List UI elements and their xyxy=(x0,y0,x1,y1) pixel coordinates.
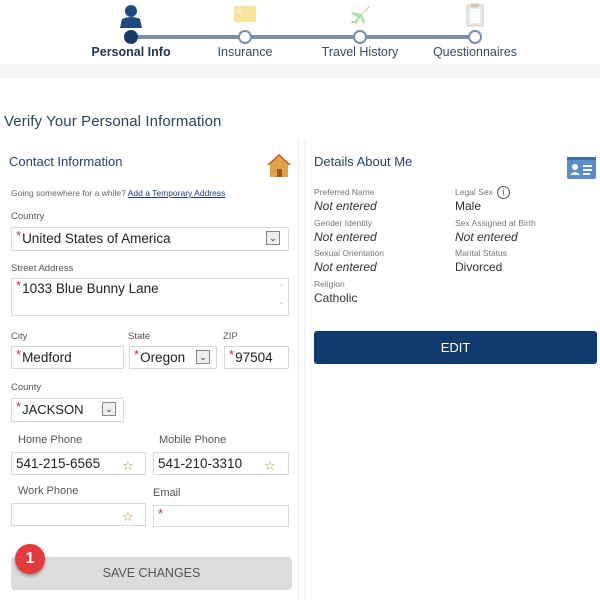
star-icon[interactable]: ☆ xyxy=(122,455,134,474)
state-value: Oregon xyxy=(140,350,186,365)
edit-button[interactable]: EDIT xyxy=(314,331,597,364)
step-insurance[interactable]: Insurance xyxy=(185,0,305,62)
chevron-down-icon[interactable]: ⌄ xyxy=(102,402,116,416)
required-indicator: * xyxy=(134,347,140,362)
temporary-address-prompt: Going somewhere for a while? Add a Tempo… xyxy=(11,188,225,198)
add-temporary-address-link[interactable]: Add a Temporary Address xyxy=(128,188,226,198)
email-label: Email xyxy=(153,487,181,499)
id-card-icon xyxy=(567,157,596,179)
gender-identity-label: Gender Identity xyxy=(314,218,373,228)
sexual-orientation-label: Sexual Orientation xyxy=(314,248,384,258)
country-select[interactable]: *United States of America ⌄ xyxy=(11,227,289,251)
legal-sex-value: Male xyxy=(455,199,482,213)
star-icon[interactable]: ☆ xyxy=(264,455,276,474)
state-select[interactable]: *Oregon ⌄ xyxy=(129,346,217,369)
step-personal-info[interactable]: Personal Info xyxy=(71,0,191,62)
required-indicator: * xyxy=(16,278,22,293)
step-label: Personal Info xyxy=(91,45,171,59)
details-section-title: Details About Me xyxy=(314,154,413,169)
step-badge: 1 xyxy=(15,544,45,574)
required-indicator: * xyxy=(16,228,22,243)
street-address-label: Street Address xyxy=(11,263,74,274)
info-icon[interactable]: i xyxy=(496,186,510,199)
stepper-divider xyxy=(0,64,600,78)
preferred-name-value: Not entered xyxy=(314,199,377,213)
required-indicator: * xyxy=(229,347,235,362)
person-icon xyxy=(120,5,142,28)
star-icon[interactable]: ☆ xyxy=(122,506,134,525)
mobile-phone-input[interactable]: 541-210-3310 ☆ xyxy=(153,452,289,475)
religion-value: Catholic xyxy=(314,291,358,305)
step-dot xyxy=(238,30,252,44)
legal-sex-label-wrap: Legal Sex i xyxy=(455,186,510,199)
step-label: Travel History xyxy=(321,45,399,59)
county-label: County xyxy=(11,382,42,393)
street-address-input[interactable]: *1033 Blue Bunny Lane ⌃ ⌄ xyxy=(11,278,289,316)
gender-identity-value: Not entered xyxy=(314,230,377,244)
step-dot xyxy=(353,30,367,44)
required-indicator: * xyxy=(158,506,164,521)
chevron-down-icon[interactable]: ⌄ xyxy=(266,231,280,245)
legal-sex-label: Legal Sex xyxy=(455,186,493,197)
city-value: Medford xyxy=(22,350,72,365)
clipboard-icon xyxy=(466,3,484,27)
email-input[interactable]: * xyxy=(153,505,289,527)
home-phone-value: 541-215-6565 xyxy=(16,456,101,471)
sex-assigned-at-birth-value: Not entered xyxy=(455,230,518,244)
home-phone-label: Home Phone xyxy=(18,434,83,446)
city-input[interactable]: *Medford xyxy=(11,346,124,369)
textarea-scrollbar[interactable]: ⌃ ⌄ xyxy=(278,281,285,309)
religion-label: Religion xyxy=(314,279,345,289)
country-label: Country xyxy=(11,211,45,222)
county-value: JACKSON xyxy=(22,402,84,417)
work-phone-input[interactable]: ☆ xyxy=(11,503,146,526)
step-label: Insurance xyxy=(217,45,273,59)
city-label: City xyxy=(11,331,28,342)
sexual-orientation-value: Not entered xyxy=(314,260,377,274)
home-phone-input[interactable]: 541-215-6565 ☆ xyxy=(11,452,146,475)
country-value: United States of America xyxy=(22,231,171,246)
mobile-phone-value: 541-210-3310 xyxy=(158,456,243,471)
county-select[interactable]: *JACKSON ⌄ xyxy=(11,398,124,422)
marital-status-label: Marital Status xyxy=(455,248,507,258)
house-icon xyxy=(267,154,291,177)
step-questionnaires[interactable]: Questionnaires xyxy=(415,0,535,62)
page-title: Verify Your Personal Information xyxy=(4,113,222,130)
step-dot-active xyxy=(124,30,138,44)
street-address-value: 1033 Blue Bunny Lane xyxy=(22,281,159,296)
step-travel-history[interactable]: Travel History xyxy=(300,0,420,62)
step-label: Questionnaires xyxy=(432,45,518,59)
sex-assigned-at-birth-label: Sex Assigned at Birth xyxy=(455,218,536,228)
chevron-down-icon[interactable]: ⌄ xyxy=(196,350,210,364)
work-phone-label: Work Phone xyxy=(18,485,79,497)
state-label: State xyxy=(128,331,151,342)
preferred-name-label: Preferred Name xyxy=(314,187,375,197)
temporary-address-question: Going somewhere for a while? xyxy=(11,188,126,198)
marital-status-value: Divorced xyxy=(455,260,503,274)
contact-section-title: Contact Information xyxy=(9,154,123,169)
step-dot xyxy=(468,30,482,44)
zip-input[interactable]: *97504 xyxy=(224,346,289,369)
zip-value: 97504 xyxy=(235,350,273,365)
progress-stepper: Personal Info Insurance Travel History Q… xyxy=(0,0,600,66)
required-indicator: * xyxy=(16,347,22,362)
zip-label: ZIP xyxy=(223,331,238,342)
contact-information-panel xyxy=(0,140,299,600)
airplane-icon xyxy=(351,6,370,24)
mobile-phone-label: Mobile Phone xyxy=(159,434,227,446)
required-indicator: * xyxy=(16,399,22,414)
insurance-card-icon xyxy=(234,6,256,22)
save-changes-button[interactable]: SAVE CHANGES xyxy=(11,557,292,590)
